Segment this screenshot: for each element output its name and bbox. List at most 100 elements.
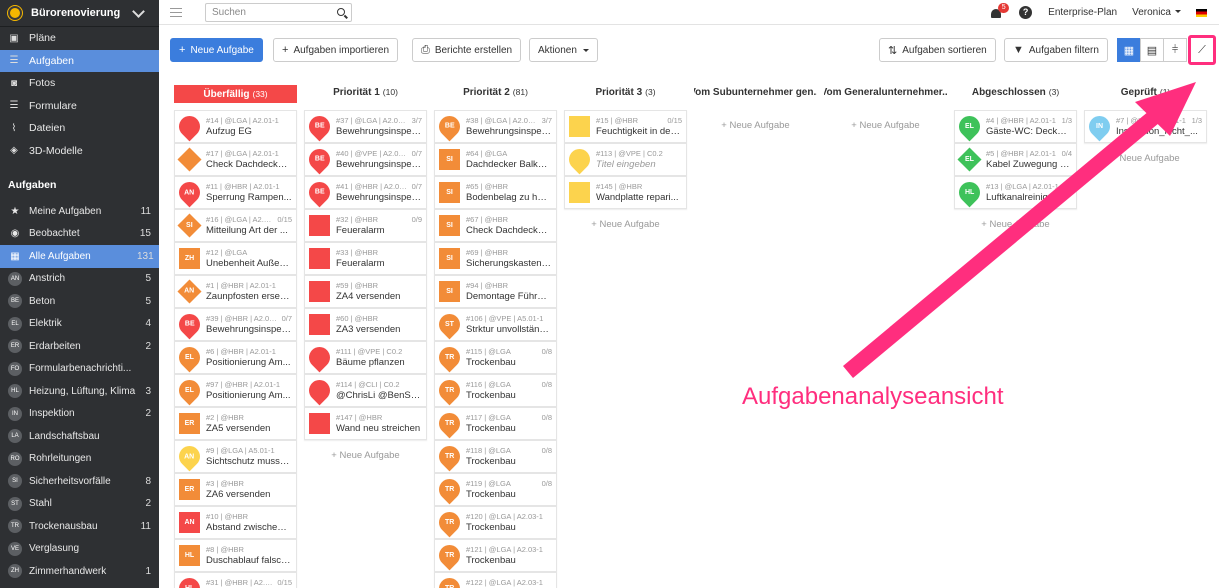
plan-link[interactable]: Enterprise-Plan — [1048, 7, 1117, 18]
filter-item[interactable]: ▦ Alle Aufgaben 131 — [0, 245, 159, 268]
task-card[interactable]: TR #121 | @LGA | A2.03-1 Trockenbau — [434, 539, 557, 572]
task-card[interactable]: #33 | @HBR Feueralarm — [304, 242, 427, 275]
column-title: Überfällig — [203, 88, 250, 100]
task-card[interactable]: #114 | @CLI | C0.2 @ChrisLi @BenSch... — [304, 374, 427, 407]
task-card[interactable]: AN #9 | @LGA | A5.01-1 Sichtschutz muss n.… — [174, 440, 297, 473]
sort-tasks-button[interactable]: ⇅ Aufgaben sortieren — [879, 38, 996, 62]
calendar-view-button[interactable]: ▤ — [1140, 38, 1164, 62]
nav-item-pläne[interactable]: ▣ Pläne — [0, 27, 159, 50]
task-checklist-progress: 3/7 — [541, 116, 552, 125]
trade-item[interactable]: ER Erdarbeiten 2 — [0, 335, 159, 358]
task-card[interactable]: IN #7 | @HBR | A2.01-1 1/3 Inspektion_nicht… — [1084, 110, 1207, 143]
task-card[interactable]: AN #10 | @HBR Abstand zwischen ... — [174, 506, 297, 539]
task-card[interactable]: HL #13 | @LGA | A2.01-1 Luftkanalreinigung — [954, 176, 1077, 209]
task-card[interactable]: SI #94 | @HBR Demontage Führun... — [434, 275, 557, 308]
trade-item[interactable]: ST Stahl 2 — [0, 493, 159, 516]
task-card[interactable]: EL #97 | @HBR | A2.01-1 Positionierung Am.… — [174, 374, 297, 407]
task-card[interactable]: EL #6 | @HBR | A2.01-1 Positionierung Am..… — [174, 341, 297, 374]
task-card[interactable]: TR #116 | @LGA 0/8 Trockenbau — [434, 374, 557, 407]
task-card[interactable]: EL #4 | @HBR | A2.01-1 1/3 Gäste-WC: Decken… — [954, 110, 1077, 143]
create-reports-button[interactable]: ⎙ Berichte erstellen — [412, 38, 522, 62]
nav-item-3d-modelle[interactable]: ◈ 3D-Modelle — [0, 140, 159, 163]
task-card[interactable]: ER #2 | @HBR ZA5 versenden — [174, 407, 297, 440]
project-switcher[interactable]: Bürorenovierung — [0, 0, 159, 27]
nav-item-fotos[interactable]: ◙ Fotos — [0, 72, 159, 95]
task-card[interactable]: ST #106 | @VPE | A5.01-1 Strktur unvollstä… — [434, 308, 557, 341]
nav-item-dateien[interactable]: ⌇ Dateien — [0, 117, 159, 140]
trade-item[interactable]: LA Landschaftsbau — [0, 425, 159, 448]
task-card[interactable]: ZH #12 | @LGA Unebenheit Außen... — [174, 242, 297, 275]
trade-item[interactable]: AN Anstrich 5 — [0, 268, 159, 291]
trade-item[interactable]: RO Rohrleitungen — [0, 448, 159, 471]
new-task-link[interactable]: + Neue Aufgabe — [304, 440, 427, 470]
task-card[interactable]: #59 | @HBR ZA4 versenden — [304, 275, 427, 308]
trade-item[interactable]: HL Heizung, Lüftung, Klima 3 — [0, 380, 159, 403]
task-card[interactable]: BE #37 | @LGA | A2.01-1 3/7 Bewehrungsinspe… — [304, 110, 427, 143]
task-card[interactable]: HL #8 | @HBR Duschablauf falsch ... — [174, 539, 297, 572]
task-card[interactable]: SI #65 | @HBR Bodenbelag zu hoc... — [434, 176, 557, 209]
new-task-link[interactable]: + Neue Aufgabe — [824, 110, 947, 140]
help-icon[interactable]: ? — [1019, 6, 1033, 19]
task-card[interactable]: TR #120 | @LGA | A2.03-1 Trockenbau — [434, 506, 557, 539]
board-view-button[interactable]: ▦ — [1117, 38, 1141, 62]
task-analysis-view-button[interactable]: ⟋ — [1188, 35, 1216, 65]
trade-item[interactable]: ZH Zimmerhandwerk 1 — [0, 560, 159, 583]
task-card[interactable]: #15 | @HBR 0/15 Feuchtigkeit in der ... — [564, 110, 687, 143]
new-task-button[interactable]: + Neue Aufgabe — [170, 38, 263, 62]
task-meta-info: #64 | @LGA — [466, 149, 508, 158]
trade-item[interactable]: IN Inspektion 2 — [0, 403, 159, 426]
notifications-bell-icon[interactable]: 5 — [990, 2, 1010, 20]
filter-item[interactable]: ★ Meine Aufgaben 11 — [0, 200, 159, 223]
new-task-link[interactable]: + Neue Aufgabe — [564, 209, 687, 239]
task-checklist-progress: 0/4 — [1061, 149, 1072, 158]
german-flag-icon[interactable] — [1196, 8, 1207, 17]
task-card[interactable]: #111 | @VPE | C0.2 Bäume pflanzen — [304, 341, 427, 374]
task-card[interactable]: #147 | @HBR Wand neu streichen — [304, 407, 427, 440]
filter-tasks-button[interactable]: ▼ Aufgaben filtern — [1004, 38, 1108, 62]
task-card[interactable]: BE #40 | @VPE | A2.01-1 0/7 Bewehrungsinspe… — [304, 143, 427, 176]
task-card[interactable]: TR #118 | @LGA 0/8 Trockenbau — [434, 440, 557, 473]
user-menu[interactable]: Veronica — [1132, 7, 1181, 18]
gantt-view-button[interactable]: ⫩ — [1163, 38, 1187, 62]
task-title: Luftkanalreinigung — [986, 192, 1064, 203]
task-card[interactable]: TR #115 | @LGA 0/8 Trockenbau — [434, 341, 557, 374]
task-card[interactable]: #17 | @LGA | A2.01-1 Check Dachdecker-... — [174, 143, 297, 176]
menu-icon[interactable] — [170, 7, 182, 17]
trade-item[interactable]: BE Beton 5 — [0, 290, 159, 313]
import-tasks-button[interactable]: + Aufgaben importieren — [273, 38, 399, 62]
task-card[interactable]: EL #5 | @HBR | A2.01-1 0/4 Kabel Zuwegung k… — [954, 143, 1077, 176]
task-card[interactable]: SI #16 | @LGA | A2.01-1 0/15 Mitteilung Art… — [174, 209, 297, 242]
trade-item[interactable]: EL Elektrik 4 — [0, 313, 159, 336]
task-card[interactable]: #145 | @HBR Wandplatte repari... — [564, 176, 687, 209]
task-card[interactable]: HL#31 | @HBR | A2.01-10/15Aufzug EG — [174, 572, 297, 588]
trade-item[interactable]: FO Formularbenachrichti... — [0, 358, 159, 381]
trade-item[interactable]: VE Verglasung — [0, 538, 159, 561]
task-card[interactable]: TR#122 | @LGA | A2.03-1Trockenbau — [434, 572, 557, 588]
nav-item-aufgaben[interactable]: ☰ Aufgaben — [0, 49, 159, 72]
actions-dropdown[interactable]: Aktionen — [529, 38, 598, 62]
filter-item[interactable]: ◉ Beobachtet 15 — [0, 223, 159, 246]
task-card[interactable]: AN #1 | @HBR | A2.01-1 Zaunpfosten ersetz.… — [174, 275, 297, 308]
task-card[interactable]: #60 | @HBR ZA3 versenden — [304, 308, 427, 341]
task-card[interactable]: BE #39 | @HBR | A2.01-1 0/7 Bewehrungsinspe… — [174, 308, 297, 341]
new-task-link[interactable]: + Neue Aufgabe — [694, 110, 817, 140]
task-card[interactable]: SI #69 | @HBR Sicherungskasten s... — [434, 242, 557, 275]
task-card[interactable]: SI #64 | @LGA Dachdecker Balkon... — [434, 143, 557, 176]
search-input[interactable]: Suchen — [205, 2, 352, 22]
nav-item-formulare[interactable]: ☰ Formulare — [0, 95, 159, 118]
task-card[interactable]: #32 | @HBR 0/9 Feueralarm — [304, 209, 427, 242]
new-task-link[interactable]: + Neue Aufgabe — [1084, 143, 1207, 173]
trade-item[interactable]: TR Trockenausbau 11 — [0, 515, 159, 538]
task-card[interactable]: BE #41 | @HBR | A2.01-1 0/7 Bewehrungsinspe… — [304, 176, 427, 209]
task-card[interactable]: #113 | @VPE | C0.2 Titel eingeben — [564, 143, 687, 176]
task-card[interactable]: #14 | @LGA | A2.01-1 Aufzug EG — [174, 110, 297, 143]
task-card[interactable]: TR #119 | @LGA 0/8 Trockenbau — [434, 473, 557, 506]
task-card[interactable]: BE #38 | @LGA | A2.01-1 3/7 Bewehrungsinspe… — [434, 110, 557, 143]
task-card[interactable]: ER #3 | @HBR ZA6 versenden — [174, 473, 297, 506]
task-card[interactable]: SI #67 | @HBR Check Dachdecker-... — [434, 209, 557, 242]
task-card[interactable]: AN #11 | @HBR | A2.01-1 Sperrung Rampen... — [174, 176, 297, 209]
task-card[interactable]: TR #117 | @LGA 0/8 Trockenbau — [434, 407, 557, 440]
task-meta: #65 | @HBR — [466, 182, 552, 191]
new-task-link[interactable]: + Neue Aufgabe — [954, 209, 1077, 239]
trade-item[interactable]: SI Sicherheitsvorfälle 8 — [0, 470, 159, 493]
